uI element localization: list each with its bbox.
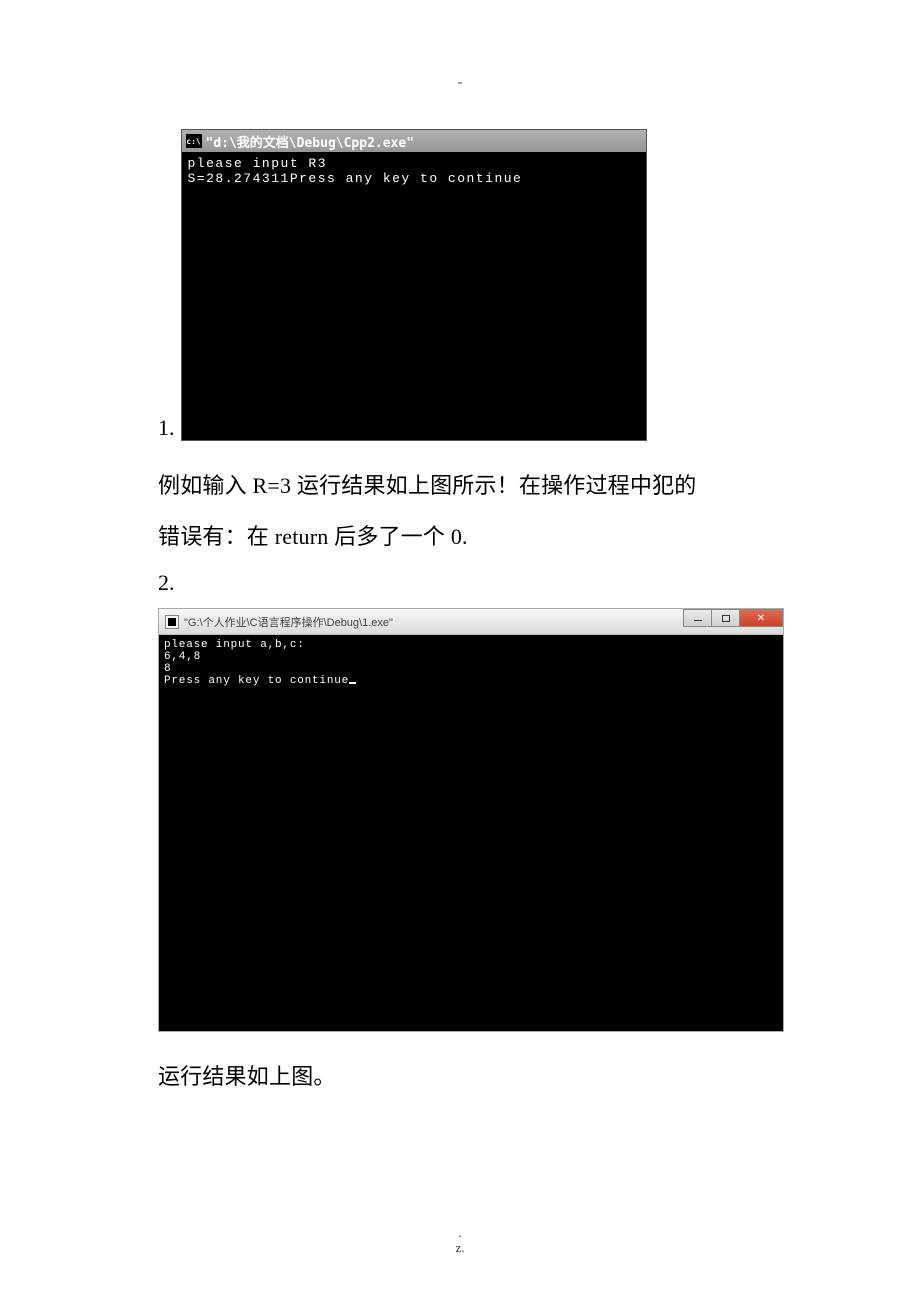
console-1-line-1: please input R3: [188, 156, 328, 171]
console-window-1: c:\ "d:\我的文档\Debug\Cpp2.exe" please inpu…: [181, 129, 647, 441]
console-2-body: please input a,b,c: 6,4,8 8 Press any ke…: [159, 635, 783, 1031]
close-button[interactable]: ✕: [739, 609, 783, 627]
paragraph-1-line-1: 例如输入 R=3 运行结果如上图所示！在操作过程中犯的: [158, 461, 762, 512]
item-2-number: 2.: [158, 570, 762, 596]
console-2-line-3: 8: [164, 663, 171, 675]
item-1-row: 1. c:\ "d:\我的文档\Debug\Cpp2.exe" please i…: [158, 129, 762, 441]
cursor-icon: [349, 682, 356, 684]
console-1-title: "d:\我的文档\Debug\Cpp2.exe": [206, 132, 415, 151]
top-mark: -: [158, 75, 762, 91]
console-1-line-2: S=28.274311Press any key to continue: [188, 171, 523, 186]
console-window-2: "G:\个人作业\C语言程序操作\Debug\1.exe" ✕ please i…: [158, 608, 784, 1032]
console-1-titlebar: c:\ "d:\我的文档\Debug\Cpp2.exe": [182, 130, 646, 152]
console-2-line-4: Press any key to continue: [164, 675, 349, 687]
window-buttons: ✕: [683, 609, 783, 627]
paragraph-2: 运行结果如上图。: [158, 1052, 762, 1103]
footer-z: z.: [0, 1240, 920, 1256]
console-2-line-2: 6,4,8: [164, 651, 201, 663]
maximize-button[interactable]: [711, 609, 739, 627]
paragraph-1-line-2: 错误有：在 return 后多了一个 0.: [158, 512, 762, 563]
page-footer: . z.: [0, 1225, 920, 1256]
console-1-body: please input R3 S=28.274311Press any key…: [182, 152, 646, 440]
console-2-line-1: please input a,b,c:: [164, 639, 305, 651]
cmd-icon: c:\: [186, 134, 202, 148]
minimize-button[interactable]: [683, 609, 711, 627]
exe-icon: [165, 615, 179, 629]
footer-dot: .: [0, 1225, 920, 1241]
paragraph-1: 例如输入 R=3 运行结果如上图所示！在操作过程中犯的 错误有：在 return…: [158, 461, 762, 562]
item-1-number: 1.: [158, 417, 175, 441]
console-2-titlebar: "G:\个人作业\C语言程序操作\Debug\1.exe" ✕: [159, 609, 783, 635]
console-2-title: "G:\个人作业\C语言程序操作\Debug\1.exe": [184, 614, 393, 630]
